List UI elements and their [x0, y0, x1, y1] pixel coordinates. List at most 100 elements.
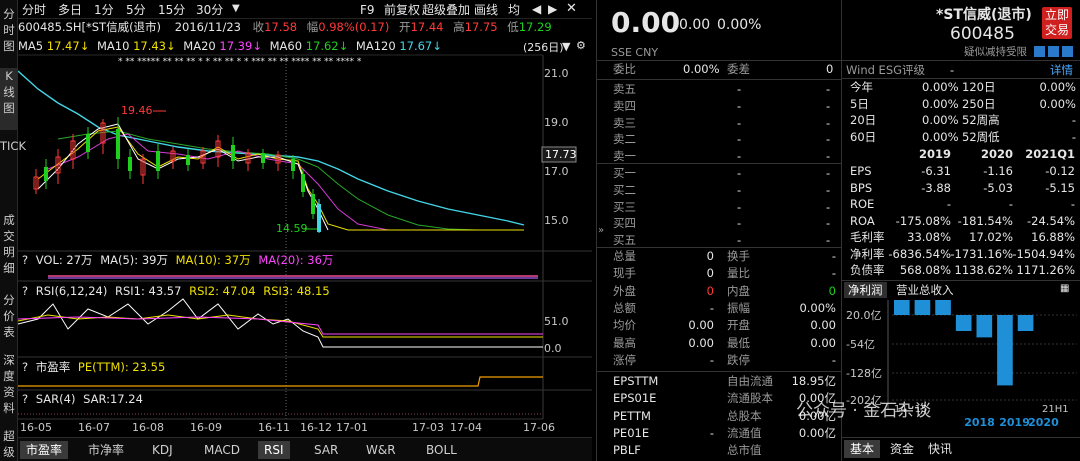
fin-row-value: -0.12 [1045, 164, 1075, 178]
tab-macd[interactable]: MACD [198, 441, 246, 459]
price-change: 0.00 [679, 17, 711, 33]
period-intraday[interactable]: 分时 [22, 4, 46, 16]
tab-basic[interactable]: 基本 [844, 440, 881, 458]
draw-line-button[interactable]: 画线 [474, 4, 498, 16]
tab-price-table[interactable]: 分价表 [0, 292, 18, 346]
order-level-label: 卖一 [613, 149, 636, 164]
perf-label: 20日 [850, 113, 877, 127]
left-arrow-icon[interactable]: ◀ [532, 3, 541, 15]
perf-value: 0.00% [922, 96, 959, 111]
weibi-label: 委比 [613, 62, 636, 76]
tab-super[interactable]: 超级 [0, 428, 18, 459]
question-icon[interactable]: ? [22, 360, 28, 374]
period-1min[interactable]: 1分 [94, 4, 114, 16]
tab-wr[interactable]: W&R [360, 441, 402, 459]
tab-tick[interactable]: TICK [0, 138, 26, 206]
expand-icon[interactable] [1062, 46, 1073, 57]
more-icon[interactable]: ▦ [1060, 284, 1069, 294]
tab-pe[interactable]: 市盈率 [20, 441, 69, 459]
tab-depth[interactable]: 深度资料 [0, 352, 18, 428]
esg-label: Wind ESG评级 [846, 63, 926, 77]
tab-pb[interactable]: 市净率 [82, 441, 130, 459]
question-icon[interactable]: ? [22, 392, 28, 406]
esg-value: - [950, 63, 955, 77]
stat-label: 振幅 [727, 300, 750, 315]
warning-tag: 疑似减持受限 [964, 46, 1027, 58]
period-multiday[interactable]: 多日 [58, 4, 82, 16]
order-level-label: 买二 [613, 182, 636, 197]
date-tick: 17-04 [450, 421, 482, 434]
tab-trade-detail[interactable]: 成交明细 [0, 212, 18, 290]
period-30min[interactable]: 30分 [196, 4, 223, 16]
close-icon[interactable]: ✕ [566, 2, 577, 15]
fin-row-label: EPS [850, 164, 872, 178]
esg-detail-link[interactable]: 详情 [1050, 64, 1073, 77]
fund-value: - [709, 425, 714, 440]
mini-chart-bar [955, 315, 972, 331]
mini-chart-bar [1017, 315, 1034, 331]
order-level-price: - [737, 182, 742, 197]
mini-chart-ytick: -54亿 [846, 338, 875, 351]
tab-intraday[interactable]: 分时图 [0, 6, 18, 64]
rsi-label: RSI(6,12,24) [35, 284, 108, 298]
tab-kdj[interactable]: KDJ [146, 441, 179, 459]
vol-label: VOL: 27万 [35, 253, 93, 267]
stat-value: 0.00 [810, 318, 836, 333]
stock-info-panel: *ST信威(退市) 600485 立即交易 疑似减持受限 Wind ESG评级 … [841, 0, 1080, 461]
period-15min[interactable]: 15分 [158, 4, 185, 16]
order-level-price: - [737, 166, 742, 180]
kline-chart-area[interactable]: 600485.SH[*ST信威(退市) 2016/11/23 收17.58 幅0… [18, 19, 592, 437]
perf-label: 250日 [962, 96, 996, 111]
tab-funds[interactable]: 资金 [890, 443, 914, 455]
rsi2-value: RSI2: 47.04 [189, 284, 256, 298]
f9-button[interactable]: F9 [360, 4, 375, 16]
fin-row-value: - [1070, 197, 1075, 211]
fin-row-value: -1731.16% [950, 246, 1013, 261]
question-icon[interactable]: ? [22, 284, 28, 298]
fin-row-value: -1.16 [983, 164, 1013, 178]
mini-chart-bar [997, 315, 1013, 386]
order-level-volume: - [826, 149, 831, 164]
order-level-price: - [737, 233, 742, 248]
stat-value: 0 [706, 283, 714, 298]
order-level-volume: - [826, 166, 831, 180]
mini-chart-bar [935, 300, 951, 315]
order-level-volume: - [826, 199, 831, 214]
trade-now-button[interactable]: 立即交易 [1042, 7, 1072, 39]
fin-row-value: -5.15 [1045, 180, 1075, 195]
fin-row-label: ROA [850, 213, 875, 228]
vol-ma10: MA(10): 37万 [175, 253, 251, 267]
fund-label: 流通值 [727, 425, 762, 440]
exchange-currency: SSE CNY [611, 46, 659, 59]
date-tick: 17-01 [336, 421, 368, 434]
fin-row-label: BPS [850, 180, 873, 195]
tab-news[interactable]: 快讯 [928, 443, 952, 455]
perf-label: 60日 [850, 129, 877, 144]
order-level-volume: - [826, 98, 831, 113]
share-icon[interactable] [1048, 46, 1059, 57]
perf-value: 0.00% [1039, 96, 1076, 111]
edit-icon[interactable] [1034, 46, 1045, 57]
rsi-legend: ? RSI(6,12,24) RSI1: 43.57 RSI2: 47.04 R… [22, 284, 330, 298]
right-arrow-icon[interactable]: ▶ [548, 3, 557, 15]
stock-code: 600485 [950, 24, 1015, 44]
average-button[interactable]: 均 [508, 4, 520, 16]
tab-rsi[interactable]: RSI [258, 441, 290, 459]
period-5min[interactable]: 5分 [126, 4, 146, 16]
tab-sar[interactable]: SAR [308, 441, 344, 459]
adjust-button[interactable]: 前复权 [384, 4, 420, 16]
fin-row-label: 净利率 [850, 246, 885, 261]
order-level-label: 卖二 [613, 132, 636, 147]
question-icon[interactable]: ? [22, 253, 28, 267]
overlay-button[interactable]: 超级叠加 [422, 4, 470, 16]
order-level-volume: - [826, 115, 831, 130]
tab-boll[interactable]: BOLL [420, 441, 463, 459]
stat-label: 换手 [727, 249, 750, 263]
tab-revenue[interactable]: 营业总收入 [896, 284, 954, 297]
candles [33, 117, 321, 233]
fin-row-value: -1504.94% [1012, 246, 1075, 261]
stat-label: 最低 [727, 335, 750, 350]
tab-net-profit[interactable]: 净利润 [844, 282, 887, 298]
period-more-icon[interactable]: ▼ [232, 4, 240, 14]
tab-kline[interactable]: K线图 [0, 68, 18, 130]
